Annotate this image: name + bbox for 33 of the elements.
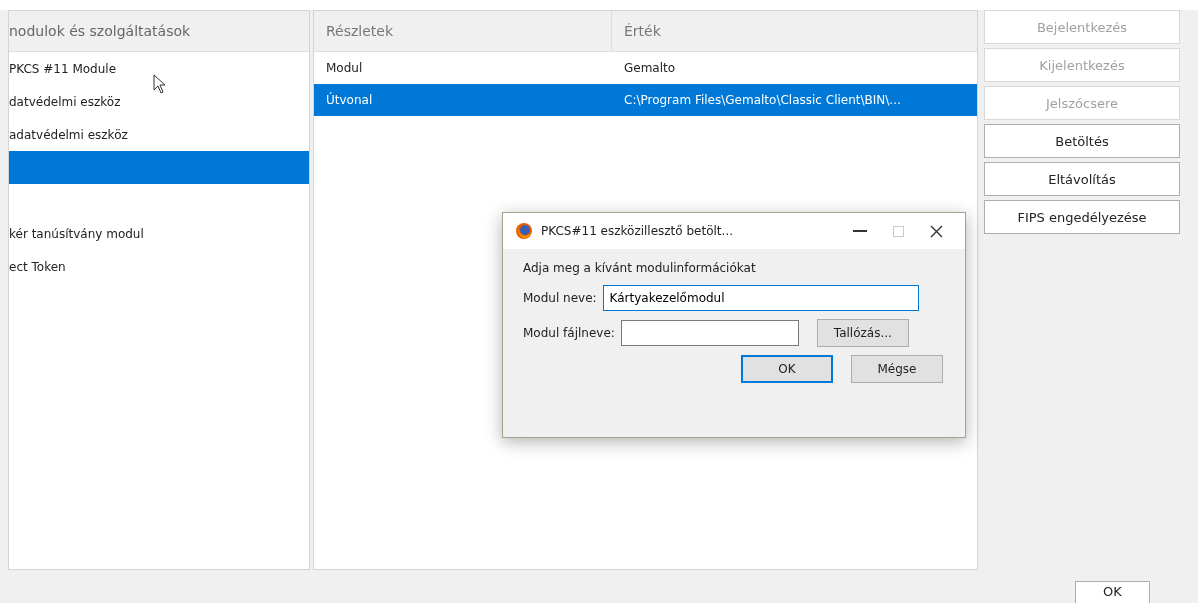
action-button[interactable]: Betöltés [984,124,1180,158]
browse-button[interactable]: Tallózás... [816,319,909,347]
table-cell-text: Modul [325,61,364,75]
tree-item[interactable]: datvédelmi eszköz [9,85,309,118]
field-label: Modul fájlneve: [523,326,615,340]
table-cell-text: Útvonal [325,93,374,107]
table-cell-text: Gemalto [623,61,676,75]
text-field[interactable] [620,320,799,346]
tree-item[interactable] [9,151,309,184]
maximize-icon[interactable] [893,225,904,237]
dialog-button[interactable]: OK [741,355,833,383]
browser-icon [515,222,533,240]
column-header[interactable]: nodulok és szolgáltatások [9,11,309,52]
tree-item[interactable]: ect Token [9,250,309,283]
action-button[interactable]: Eltávolítás [984,162,1180,196]
dialog-prompt: Adja meg a kívánt modulinformációkat [523,260,757,277]
column-header[interactable]: Részletek [314,11,612,51]
minimize-icon[interactable] [853,230,867,232]
table-row[interactable]: Modul Gemalto [314,52,977,84]
action-button[interactable]: FIPS engedélyezése [984,200,1180,234]
tree-item[interactable]: adatvédelmi eszköz [9,118,309,151]
cursor-icon [153,74,167,94]
tree-item[interactable]: kér tanúsítvány modul [9,217,309,250]
table-row[interactable]: Útvonal C:\Program Files\Gemalto\Classic Client\BIN\... [314,84,977,116]
dialog-title: PKCS#11 eszközillesztő betölt... [541,224,734,238]
tree-item[interactable]: PKCS #11 Module [9,52,309,85]
field-label: Modul neve: [523,291,597,305]
column-header[interactable]: Érték [612,11,661,51]
ok-button[interactable]: OK [1075,581,1150,603]
close-icon[interactable] [930,224,943,238]
dialog-button[interactable]: Mégse [851,355,943,383]
text-field[interactable]: Kártyakezelőmodul [602,285,919,311]
table-cell-text: C:\Program Files\Gemalto\Classic Client\BIN\... [623,93,901,107]
